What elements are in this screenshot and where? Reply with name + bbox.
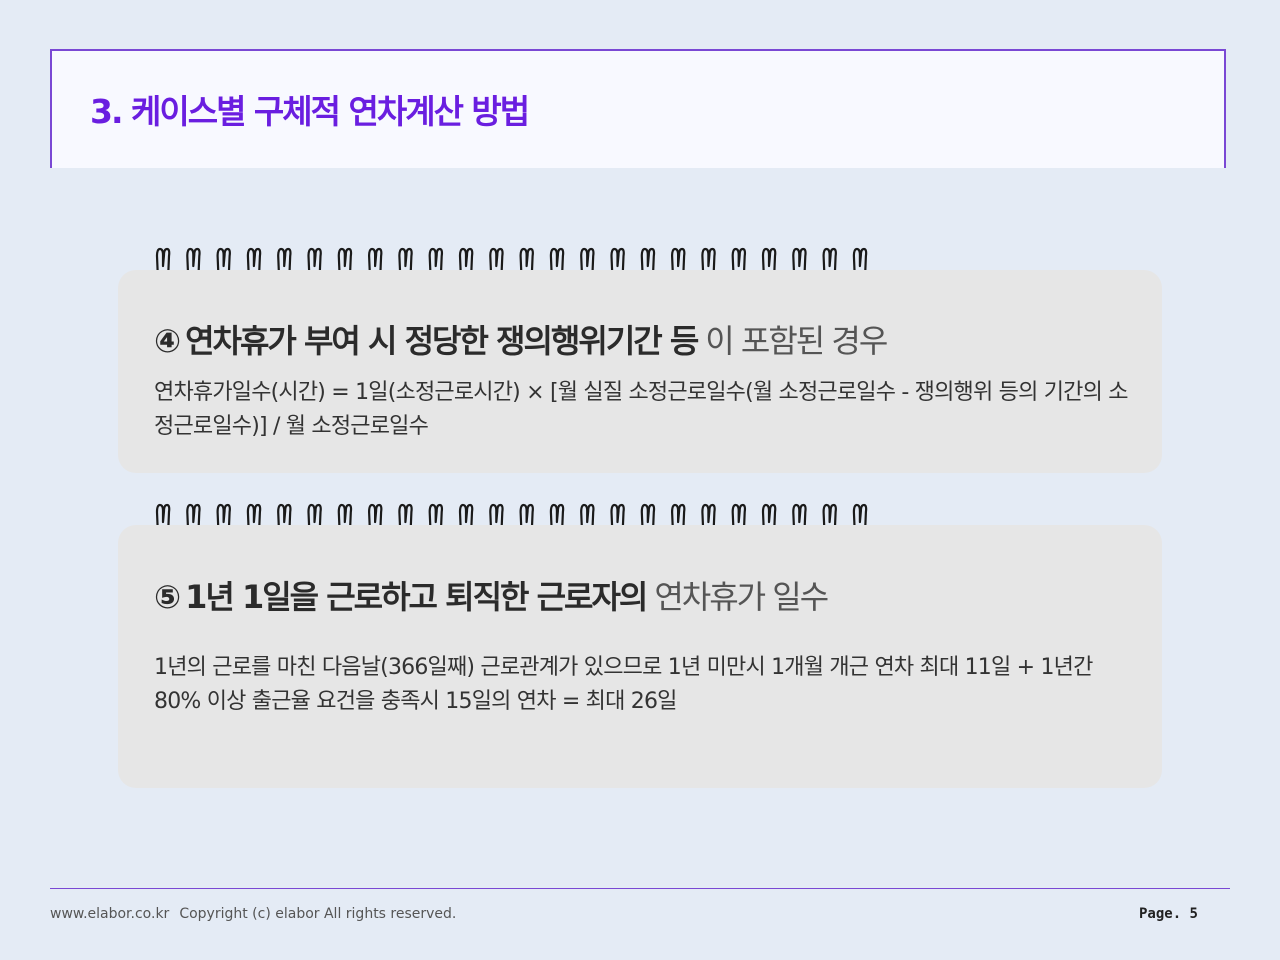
card-heading-light: 연차휴가 일수 [654, 578, 829, 616]
card-heading: ⑤ 1년 1일을 근로하고 퇴직한 근로자의 연차휴가 일수 [154, 572, 829, 618]
card-heading-bold: 1년 1일을 근로하고 퇴직한 근로자의 [185, 578, 648, 616]
footer-divider [50, 888, 1230, 889]
footer-info: www.elabor.co.kr Copyright (c) elabor All… [50, 906, 456, 922]
card-heading: ④ 연차휴가 부여 시 정당한 쟁의행위기간 등이 포함된 경우 [154, 316, 888, 362]
header-box: 3. 케이스별 구체적 연차계산 방법 [50, 49, 1226, 168]
footer-copyright: Copyright (c) elabor All rights reserved… [179, 906, 457, 922]
card-heading-bold: 연차휴가 부여 시 정당한 쟁의행위기간 등 [185, 322, 699, 360]
case-card-5: ⑤ 1년 1일을 근로하고 퇴직한 근로자의 연차휴가 일수 1년의 근로를 마친 … [118, 525, 1162, 788]
case-card-4: ④ 연차휴가 부여 시 정당한 쟁의행위기간 등이 포함된 경우 연차휴가일수(시… [118, 270, 1162, 473]
card-body: 1년의 근로를 마친 다음날(366일째) 근로관계가 있으므로 1년 미만시 … [154, 655, 1093, 714]
footer-site-link[interactable]: www.elabor.co.kr [50, 906, 169, 922]
case-number: ④ [154, 322, 181, 360]
page-title: 3. 케이스별 구체적 연차계산 방법 [90, 92, 530, 131]
card-body: 연차휴가일수(시간) = 1일(소정근로시간) × [월 실질 소정근로일수(월… [154, 380, 1128, 439]
card-heading-light: 이 포함된 경우 [705, 322, 888, 360]
case-number: ⑤ [154, 578, 181, 616]
page-number: Page. 5 [1138, 906, 1198, 922]
